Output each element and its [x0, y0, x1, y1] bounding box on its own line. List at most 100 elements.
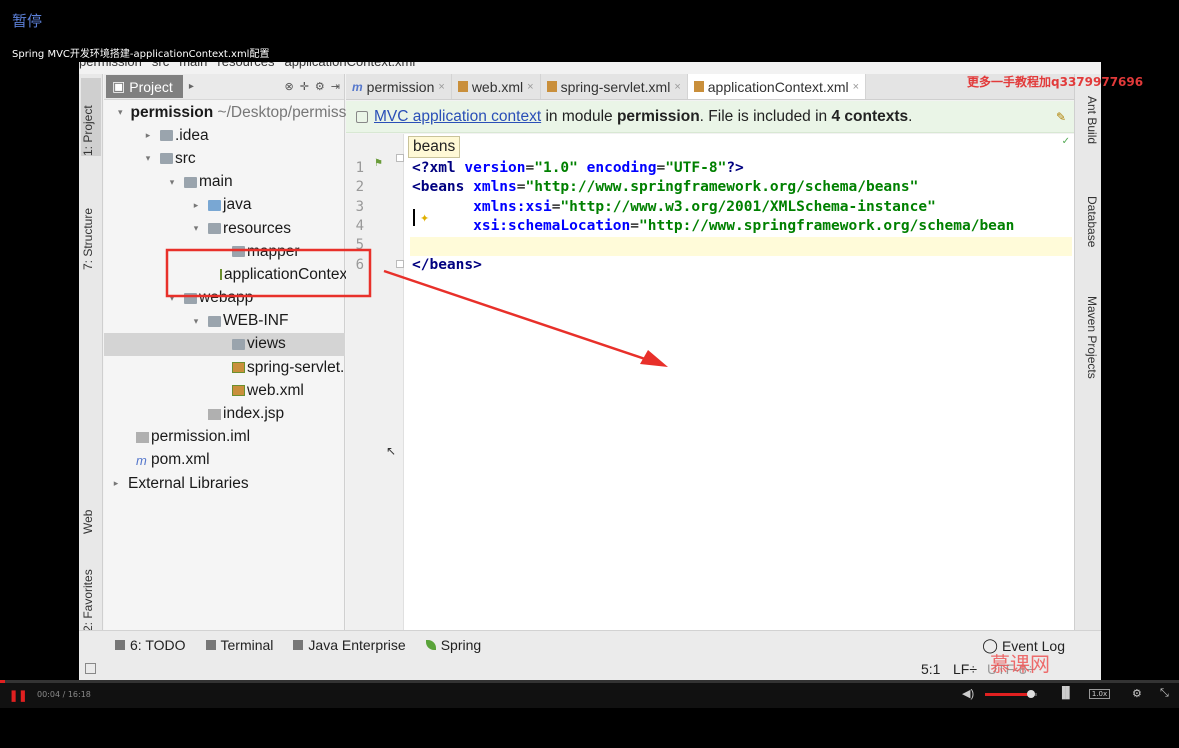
code-line[interactable]: xmlns:xsi="http://www.w3.org/2001/XMLSch… — [412, 199, 936, 218]
close-icon[interactable]: × — [438, 81, 444, 93]
mvc-context-link[interactable]: MVC application context — [374, 108, 541, 126]
tree-item[interactable]: m pom.xml — [104, 449, 345, 472]
code-line[interactable]: <?xml version="1.0" encoding="UTF-8"?> — [412, 160, 744, 179]
banner-module: permission — [616, 107, 700, 125]
tree-item-label: spring-servlet. — [247, 358, 345, 376]
close-icon[interactable]: × — [527, 81, 533, 93]
spring-bean-gutter-icon[interactable]: ⚑ — [374, 158, 383, 169]
breadcrumb-item[interactable]: permission — [79, 62, 142, 69]
chevron-down-icon[interactable]: ▾ — [166, 177, 178, 188]
tree-item[interactable]: applicationContex — [104, 263, 348, 286]
player-top-bar: 暂停 Spring MVC开发环境搭建-applicationContext.x… — [0, 0, 1179, 62]
tree-item[interactable]: ▾ permission ~/Desktop/permiss — [104, 101, 346, 124]
panel-toggle-icon[interactable] — [85, 663, 96, 674]
tab-web[interactable]: Web — [81, 486, 101, 534]
tab-ant-build[interactable]: Ant Build — [1079, 96, 1099, 176]
tree-item[interactable]: ▸ .idea — [104, 124, 345, 147]
speed-button[interactable]: 1.0x — [1089, 689, 1110, 699]
fullscreen-exit-icon[interactable]: ⤡ — [1160, 687, 1169, 700]
code-line[interactable]: xsi:schemaLocation="http://www.springfra… — [412, 218, 1014, 237]
line-number: 5 — [355, 237, 364, 254]
tab-favorites[interactable]: 2: Favorites — [81, 552, 101, 632]
editor-tab[interactable]: spring-servlet.xml × — [541, 74, 688, 99]
chevron-right-icon[interactable]: ▸ — [110, 478, 122, 489]
collapse-icon[interactable]: ⊗ — [284, 80, 293, 93]
tree-item[interactable]: ▸ java — [104, 194, 345, 217]
tree-item[interactable]: views — [104, 332, 345, 357]
maven-icon: m — [352, 79, 363, 94]
editor-tab[interactable]: applicationContext.xml × — [687, 74, 867, 99]
scroll-from-source-icon[interactable]: ✛ — [300, 80, 309, 93]
breadcrumb-item[interactable]: resources — [217, 62, 274, 69]
breadcrumb-item[interactable]: main — [179, 62, 207, 69]
volume-fill — [985, 693, 1031, 696]
file-icon — [136, 431, 149, 443]
code-editor[interactable]: ⚑ ✦ 123456 <?xml version="1.0" encoding=… — [346, 134, 1074, 630]
pause-label[interactable]: 暂停 — [12, 10, 42, 31]
video-progress-bar[interactable] — [0, 680, 1179, 683]
tab-database[interactable]: Database — [1079, 196, 1099, 276]
tree-item[interactable]: ▸ External Libraries — [104, 472, 345, 495]
chevron-right-icon[interactable]: ▸ — [189, 81, 194, 92]
tree-item-label: applicationContex — [224, 265, 348, 283]
project-folder-icon: ▣ — [112, 78, 126, 94]
pause-button[interactable]: ❚❚ — [9, 689, 27, 702]
tab-maven-projects[interactable]: Maven Projects — [1079, 296, 1099, 406]
chevron-down-icon[interactable]: ▾ — [190, 223, 202, 234]
tree-item[interactable]: spring-servlet. — [104, 356, 345, 379]
tool-window-spring[interactable]: Spring — [425, 636, 482, 653]
close-icon[interactable]: × — [674, 81, 680, 93]
chevron-down-icon[interactable]: ▾ — [190, 316, 202, 327]
close-icon[interactable]: × — [853, 81, 859, 93]
code-line[interactable] — [410, 237, 1072, 257]
folder-icon — [208, 315, 221, 327]
fold-marker-icon[interactable] — [396, 154, 404, 162]
tree-item[interactable]: ▾ src — [104, 147, 345, 170]
settings-gear-icon[interactable]: ⚙ — [1132, 687, 1142, 700]
volume-slider[interactable] — [985, 690, 1037, 698]
editor-tab[interactable]: m permission × — [346, 74, 452, 99]
tree-item[interactable]: ▾ webapp — [104, 287, 345, 310]
tree-item[interactable]: index.jsp — [104, 402, 345, 425]
tree-item[interactable]: ▾ resources — [104, 217, 345, 240]
chevron-down-icon[interactable]: ▾ — [118, 107, 123, 118]
tree-item[interactable]: permission.iml — [104, 426, 345, 449]
breadcrumb-item[interactable]: src — [152, 62, 169, 69]
tool-window-todo[interactable]: 6: TODO — [115, 637, 186, 653]
code-token: = — [630, 217, 639, 234]
breadcrumb-item[interactable]: applicationContext.xml — [284, 62, 415, 69]
tree-item[interactable]: ▾ WEB-INF — [104, 310, 345, 333]
volume-icon[interactable]: ◀) — [962, 687, 974, 700]
volume-knob[interactable] — [1026, 690, 1035, 698]
configure-icon[interactable]: ✎ — [1056, 110, 1066, 124]
line-number: 3 — [355, 198, 364, 215]
xml-file-icon — [693, 81, 704, 92]
tree-item[interactable]: web.xml — [104, 379, 345, 402]
line-separator[interactable]: LF÷ — [953, 661, 977, 677]
tree-item[interactable]: mapper — [104, 240, 345, 263]
tool-window-label: Spring — [440, 636, 482, 653]
tab-project[interactable]: 1: Project — [81, 78, 101, 156]
tool-window-terminal[interactable]: Terminal — [205, 637, 273, 653]
tree-item[interactable]: ▾ main — [104, 171, 345, 194]
chevron-down-icon[interactable]: ▾ — [142, 153, 154, 164]
code-line[interactable]: <beans xmlns="http://www.springframework… — [412, 179, 918, 198]
quality-icon[interactable]: ▐▌ — [1058, 687, 1074, 699]
fold-marker-icon[interactable] — [396, 260, 404, 268]
code-token: "UTF-8" — [665, 160, 727, 176]
editor-tab[interactable]: web.xml × — [452, 74, 541, 99]
chevron-down-icon[interactable]: ▾ — [166, 293, 178, 304]
tool-window-java-ee[interactable]: Java Enterprise — [293, 636, 406, 653]
tab-structure[interactable]: 7: Structure — [81, 180, 101, 270]
chevron-right-icon[interactable]: ▸ — [142, 130, 154, 141]
hide-panel-icon[interactable]: ⇥ — [331, 80, 340, 93]
tool-window-label: Java Enterprise — [308, 636, 406, 653]
banner-text-1: in module — [541, 107, 617, 125]
chevron-right-icon[interactable]: ▸ — [190, 200, 202, 211]
line-number: 2 — [355, 179, 364, 196]
project-view-selector[interactable]: ▣ Project — [106, 75, 183, 98]
code-line[interactable]: </beans> — [412, 257, 482, 276]
gear-icon[interactable]: ⚙ — [315, 80, 325, 93]
cursor-position[interactable]: 5:1 — [921, 661, 940, 677]
code-token: "http://www.springframework.org/schema/b… — [638, 217, 1015, 234]
